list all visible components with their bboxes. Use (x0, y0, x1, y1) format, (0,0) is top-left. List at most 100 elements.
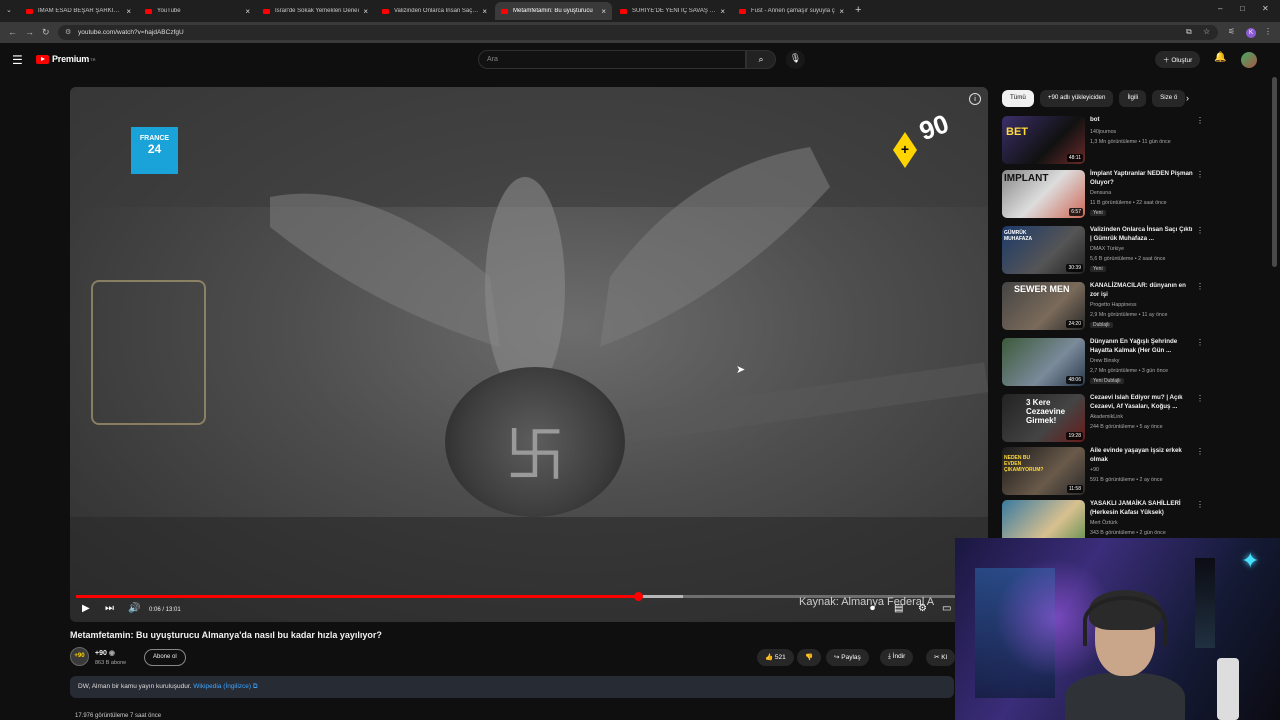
clip-button[interactable]: ✂ Kl (926, 649, 956, 666)
minimize-button[interactable]: – (1218, 4, 1222, 13)
dislike-button[interactable]: 👎 (797, 649, 822, 666)
autoplay-toggle-icon[interactable]: ⏺ (870, 603, 875, 614)
channel-name-text: +90 (95, 650, 107, 657)
notifications-bell-icon[interactable]: 🔔 (1214, 52, 1226, 63)
wikipedia-link[interactable]: Wikipedia (İngilizce) (193, 683, 251, 690)
site-info-icon[interactable]: ⚙ (65, 28, 71, 36)
browser-tab[interactable]: YouTube × (139, 2, 256, 20)
chevron-right-icon[interactable]: › (1186, 93, 1189, 103)
browser-tab[interactable]: Valizinden Onlarca İnsan Saçı Ç × (376, 2, 493, 20)
close-tab-icon[interactable]: × (363, 7, 368, 16)
share-button[interactable]: ↪ Paylaş (826, 649, 869, 666)
page-scrollbar[interactable] (1272, 77, 1277, 267)
browser-tab[interactable]: SURİYE'DE YENİ İÇ SAVAŞ - You × (614, 2, 731, 20)
menu-icon[interactable]: ☰ (12, 53, 23, 67)
back-arrow-icon[interactable]: ← (8, 27, 17, 37)
recommendation-channel: Drew Binsky (1090, 358, 1120, 364)
browser-profile-avatar[interactable]: K (1246, 28, 1256, 38)
scrubber-handle[interactable] (633, 592, 643, 601)
video-thumbnail[interactable]: BET 48:11 (1002, 116, 1085, 164)
chip-related[interactable]: İlgili (1119, 90, 1147, 107)
close-tab-icon[interactable]: × (126, 7, 131, 16)
chip-all[interactable]: Tümü (1002, 90, 1034, 107)
forward-arrow-icon[interactable]: → (25, 27, 34, 37)
browser-tab[interactable]: İsrail'de Sokak Yemekleri Deneı × (257, 2, 374, 20)
info-icon[interactable]: i (969, 93, 981, 105)
logo-region: TR (90, 56, 96, 62)
channel-name[interactable]: +90 ◉ (95, 649, 115, 657)
account-avatar[interactable] (1241, 52, 1257, 68)
search-button[interactable]: ⌕ (746, 50, 776, 69)
search-input[interactable]: Ara (478, 50, 746, 69)
voice-search-button[interactable]: 🎙 (786, 50, 805, 69)
close-tab-icon[interactable]: × (245, 7, 250, 16)
new-dubbed-badge: Yeni Dublajlı (1090, 378, 1124, 384)
recommendation-item[interactable]: GÜMRÜK MUHAFAZA 30:39 Valizinden Onlarca… (1002, 226, 1204, 278)
recommendation-item[interactable]: SEWER MEN 24:20 KANALİZMACILAR: dünyanın… (1002, 282, 1204, 334)
close-tab-icon[interactable]: × (720, 7, 725, 16)
tab-title: Valizinden Onlarca İnsan Saçı Ç (394, 8, 479, 14)
subscribe-button[interactable]: Abone ol (144, 649, 186, 666)
reload-icon[interactable]: ↻ (42, 27, 50, 38)
recommendation-item[interactable]: 3 Kere Cezaevine Girmek! 19:28 Cezaevi I… (1002, 394, 1204, 446)
settings-gear-icon[interactable]: ⚙ (918, 603, 927, 614)
video-thumbnail[interactable]: IMPLANT 6:57 (1002, 170, 1085, 218)
logo-text: Premium (52, 54, 90, 64)
recommendation-item[interactable]: BET 48:11 bot 140journos 1,3 Mn görüntül… (1002, 116, 1204, 168)
recommendation-item[interactable]: IMPLANT 6:57 İmplant Yaptıranlar NEDEN P… (1002, 170, 1204, 222)
verified-icon: ◉ (108, 650, 115, 657)
recommendation-item[interactable]: NEDEN BU EVDEN ÇIKAMIYORUM? 11:58 Aile e… (1002, 447, 1204, 499)
recommendation-meta: 591 B görüntüleme • 2 ay önce (1090, 477, 1163, 483)
tab-title: YouTube (157, 8, 181, 14)
thumbnail-caption: IMPLANT (1004, 173, 1049, 184)
browser-tab[interactable]: İMAM ESAD BEŞAR ŞARKISI - Yo × (20, 2, 137, 20)
tab-search-icon[interactable]: ⌄ (6, 6, 12, 14)
more-options-icon[interactable]: ⋮ (1196, 170, 1204, 179)
youtube-logo[interactable]: Premium TR (36, 54, 95, 64)
like-count: 521 (774, 654, 786, 661)
more-options-icon[interactable]: ⋮ (1196, 447, 1204, 456)
miniplayer-icon[interactable]: ▭ (942, 603, 951, 614)
video-thumbnail[interactable]: GÜMRÜK MUHAFAZA 30:39 (1002, 226, 1085, 274)
maximize-button[interactable]: □ (1240, 4, 1245, 13)
thumbs-up-icon: 👍 (765, 654, 775, 661)
more-options-icon[interactable]: ⋮ (1196, 500, 1204, 509)
new-tab-button[interactable]: + (855, 4, 861, 16)
create-button[interactable]: ＋ Oluştur (1155, 51, 1201, 68)
more-options-icon[interactable]: ⋮ (1196, 116, 1204, 125)
recommendation-title: Dünyanın En Yağışlı Şehrinde Hayatta Kal… (1090, 338, 1178, 354)
more-options-icon[interactable]: ⋮ (1196, 338, 1204, 347)
more-options-icon[interactable]: ⋮ (1196, 282, 1204, 291)
extensions-icon[interactable]: ⚟ (1228, 27, 1235, 36)
volume-icon[interactable]: 🔊 (128, 603, 140, 614)
video-player[interactable]: 卐 FRANCE 24 + 90 i ➤ Kaynak: Almanya Fed… (70, 87, 988, 622)
video-thumbnail[interactable]: NEDEN BU EVDEN ÇIKAMIYORUM? 11:58 (1002, 447, 1085, 495)
play-icon[interactable]: ▶ (82, 603, 90, 614)
more-options-icon[interactable]: ⋮ (1196, 394, 1204, 403)
video-thumbnail[interactable]: SEWER MEN 24:20 (1002, 282, 1085, 330)
chip-from-uploader[interactable]: +90 adlı yükleyiciden (1039, 90, 1114, 107)
channel-avatar[interactable]: +90 (70, 647, 89, 666)
new-badge: Yeni (1090, 210, 1106, 216)
close-tab-icon[interactable]: × (839, 7, 844, 16)
next-icon[interactable]: ⏭ (105, 603, 114, 614)
download-button[interactable]: ⤓ İndir (880, 649, 914, 666)
subtitles-icon[interactable]: ▤ (894, 603, 903, 614)
url-text: youtube.com/watch?v=hajdABCzfgU (78, 29, 184, 36)
chip-for-you[interactable]: Size ö (1152, 90, 1186, 107)
close-tab-icon[interactable]: × (482, 7, 487, 16)
video-thumbnail[interactable]: 48:06 (1002, 338, 1085, 386)
video-thumbnail[interactable]: 3 Kere Cezaevine Girmek! 19:28 (1002, 394, 1085, 442)
close-window-button[interactable]: ✕ (1262, 4, 1269, 13)
close-tab-icon[interactable]: × (601, 7, 606, 16)
more-options-icon[interactable]: ⋮ (1196, 226, 1204, 235)
url-field[interactable]: ⚙ youtube.com/watch?v=hajdABCzfgU (58, 25, 1218, 40)
install-app-icon[interactable]: ⧉ (1186, 27, 1192, 37)
browser-tab-active[interactable]: Metamfetamin: Bu uyuşturucu × (495, 2, 612, 20)
progress-bar[interactable] (76, 592, 982, 601)
browser-menu-icon[interactable]: ⋮ (1264, 27, 1272, 36)
like-button[interactable]: 👍 521 (757, 649, 794, 666)
bookmark-star-icon[interactable]: ☆ (1203, 27, 1210, 36)
browser-tab[interactable]: Fust - Annen çamaşır suyuyla ç × (733, 2, 850, 20)
recommendation-item[interactable]: 48:06 Dünyanın En Yağışlı Şehrinde Hayat… (1002, 338, 1204, 390)
